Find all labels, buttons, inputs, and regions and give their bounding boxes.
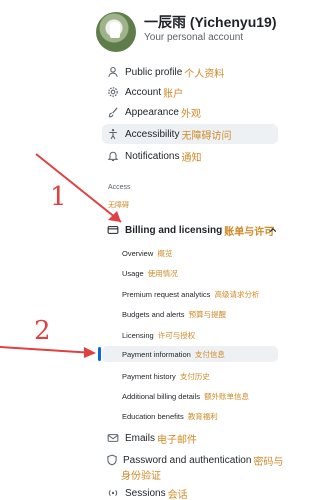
subitem-label: Usage <box>122 269 144 278</box>
nav-label-cn-line2: 身份验证 <box>121 471 161 482</box>
chevron-up-icon[interactable] <box>268 225 278 235</box>
billing-subitem-licensing[interactable]: Licensing 许可与授权 <box>122 330 195 341</box>
nav-label-cn: 账单与许可 <box>224 226 275 238</box>
nav-label: Sessions <box>125 487 166 499</box>
annotation-number-2: 2 <box>34 316 51 346</box>
nav-label: Emails <box>125 432 156 444</box>
subitem-label-cn: 使用情况 <box>147 269 178 278</box>
nav-label-cn: 会话 <box>167 489 188 500</box>
nav-label-cn: 账户 <box>163 88 184 100</box>
subitem-label: Premium request analytics <box>122 290 211 299</box>
billing-subitem-budgets[interactable]: Budgets and alerts 预算与提醒 <box>122 309 226 320</box>
nav-label-cn: 通知 <box>181 152 202 164</box>
nav-label-cn: 外观 <box>180 108 201 120</box>
subitem-label-cn: 教育福利 <box>187 412 218 421</box>
credit-card-icon <box>106 223 120 237</box>
active-indicator <box>98 347 101 361</box>
nav-label-cn: 电子邮件 <box>157 434 198 446</box>
arrow-2-head <box>84 347 96 358</box>
nav-item-billing[interactable]: Billing and licensing 账单与许可 <box>102 222 278 238</box>
subitem-label-cn: 预算与提醒 <box>188 310 227 319</box>
accessibility-icon <box>106 127 120 141</box>
person-icon <box>106 65 120 79</box>
nav-item-public-profile[interactable]: Public profile 个人资料 <box>102 64 278 80</box>
nav-item-emails[interactable]: Emails 电子邮件 <box>102 430 278 446</box>
gear-icon <box>106 85 120 99</box>
subitem-label: Payment information <box>122 349 191 359</box>
billing-subitem-overview[interactable]: Overview 概览 <box>122 248 172 259</box>
subitem-label: Overview <box>122 249 154 258</box>
shield-icon <box>106 453 118 467</box>
nav-label: Appearance <box>125 106 179 118</box>
nav-label: Billing and licensing <box>125 224 223 236</box>
nav-label: Password and authentication <box>123 454 252 466</box>
arrow-2-line <box>0 346 95 354</box>
billing-subitem-payment-history[interactable]: Payment history 支付历史 <box>122 371 210 382</box>
subitem-label-cn: 支付信息 <box>194 349 225 359</box>
billing-subitem-education[interactable]: Education benefits 教育福利 <box>122 411 218 422</box>
paintbrush-icon <box>106 105 120 119</box>
arrow-1-head <box>108 211 121 222</box>
nav-label: Public profile <box>125 66 183 78</box>
section-heading-access-cn: 无障碍 <box>108 202 129 209</box>
nav-label: Notifications <box>125 150 180 162</box>
nav-label: Accessibility <box>125 128 180 140</box>
nav-item-sessions[interactable]: Sessions 会话 <box>102 486 278 500</box>
subitem-label-cn: 额外账单信息 <box>204 392 250 401</box>
nav-label: Account <box>125 86 162 98</box>
nav-item-notifications[interactable]: Notifications 通知 <box>102 148 278 164</box>
account-display-name: 一辰雨 (Yichenyu19) <box>144 14 277 30</box>
nav-label-cn: 密码与 <box>253 456 284 468</box>
subitem-label: Education benefits <box>122 412 184 421</box>
annotation-number-1: 1 <box>50 182 67 212</box>
subitem-label-cn: 概览 <box>157 249 173 258</box>
nav-item-password[interactable]: Password and authentication 密码与 <box>102 452 283 468</box>
bell-icon <box>106 149 120 163</box>
billing-subitem-usage[interactable]: Usage 使用情况 <box>122 268 178 279</box>
section-heading-access: Access <box>108 184 131 191</box>
nav-item-account[interactable]: Account 账户 <box>102 84 278 100</box>
broadcast-icon <box>106 486 120 500</box>
subitem-label-cn: 许可与授权 <box>157 331 196 340</box>
billing-subitem-premium-analytics[interactable]: Premium request analytics 高级请求分析 <box>122 289 259 300</box>
billing-subitem-payment-information[interactable]: Payment information 支付信息 <box>102 346 278 362</box>
nav-label-cn: 无障碍访问 <box>181 130 232 142</box>
avatar[interactable] <box>96 12 136 52</box>
account-subtitle: Your personal account <box>144 32 244 43</box>
subitem-label: Budgets and alerts <box>122 310 185 319</box>
nav-label-cn: 个人资料 <box>184 68 225 80</box>
billing-subitem-additional-details[interactable]: Additional billing details 额外账单信息 <box>122 391 249 402</box>
nav-item-accessibility[interactable]: Accessibility 无障碍访问 <box>102 124 278 144</box>
mail-icon <box>106 431 120 445</box>
subitem-label-cn: 高级请求分析 <box>214 290 260 299</box>
subitem-label: Additional billing details <box>122 392 200 401</box>
subitem-label: Licensing <box>122 331 154 340</box>
subitem-label-cn: 支付历史 <box>179 372 210 381</box>
nav-item-appearance[interactable]: Appearance 外观 <box>102 104 278 120</box>
subitem-label: Payment history <box>122 372 176 381</box>
